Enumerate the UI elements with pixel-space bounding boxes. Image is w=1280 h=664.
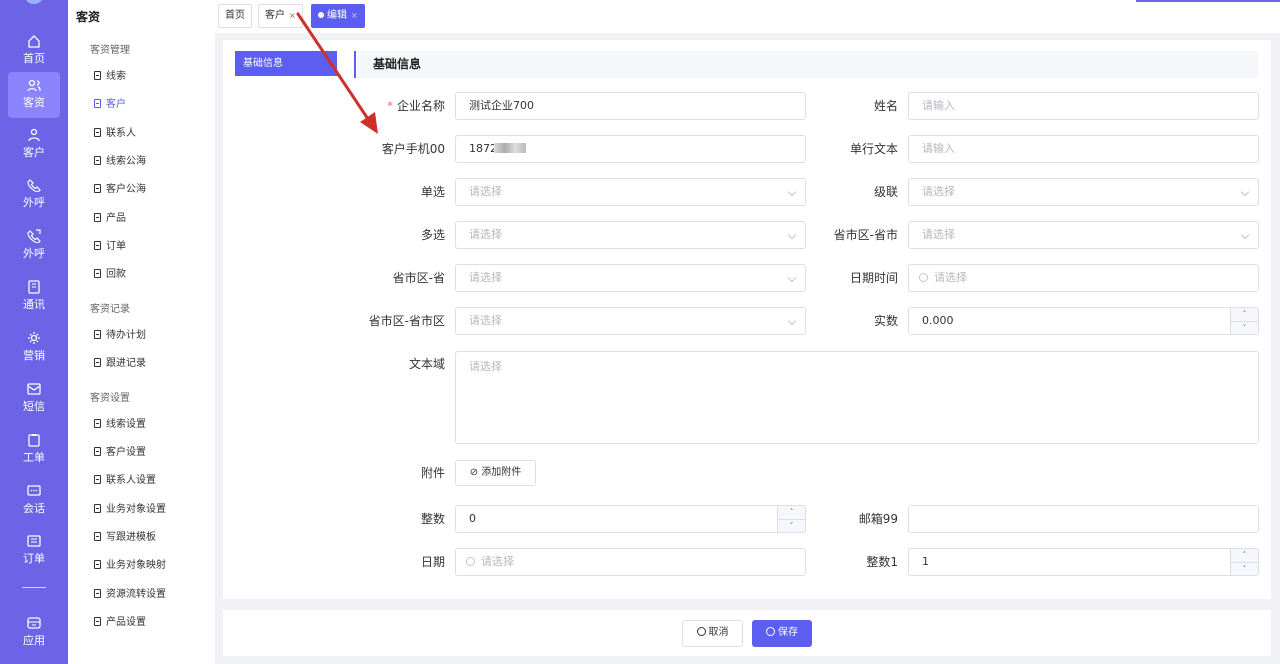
annotation-arrow: [296, 12, 378, 134]
